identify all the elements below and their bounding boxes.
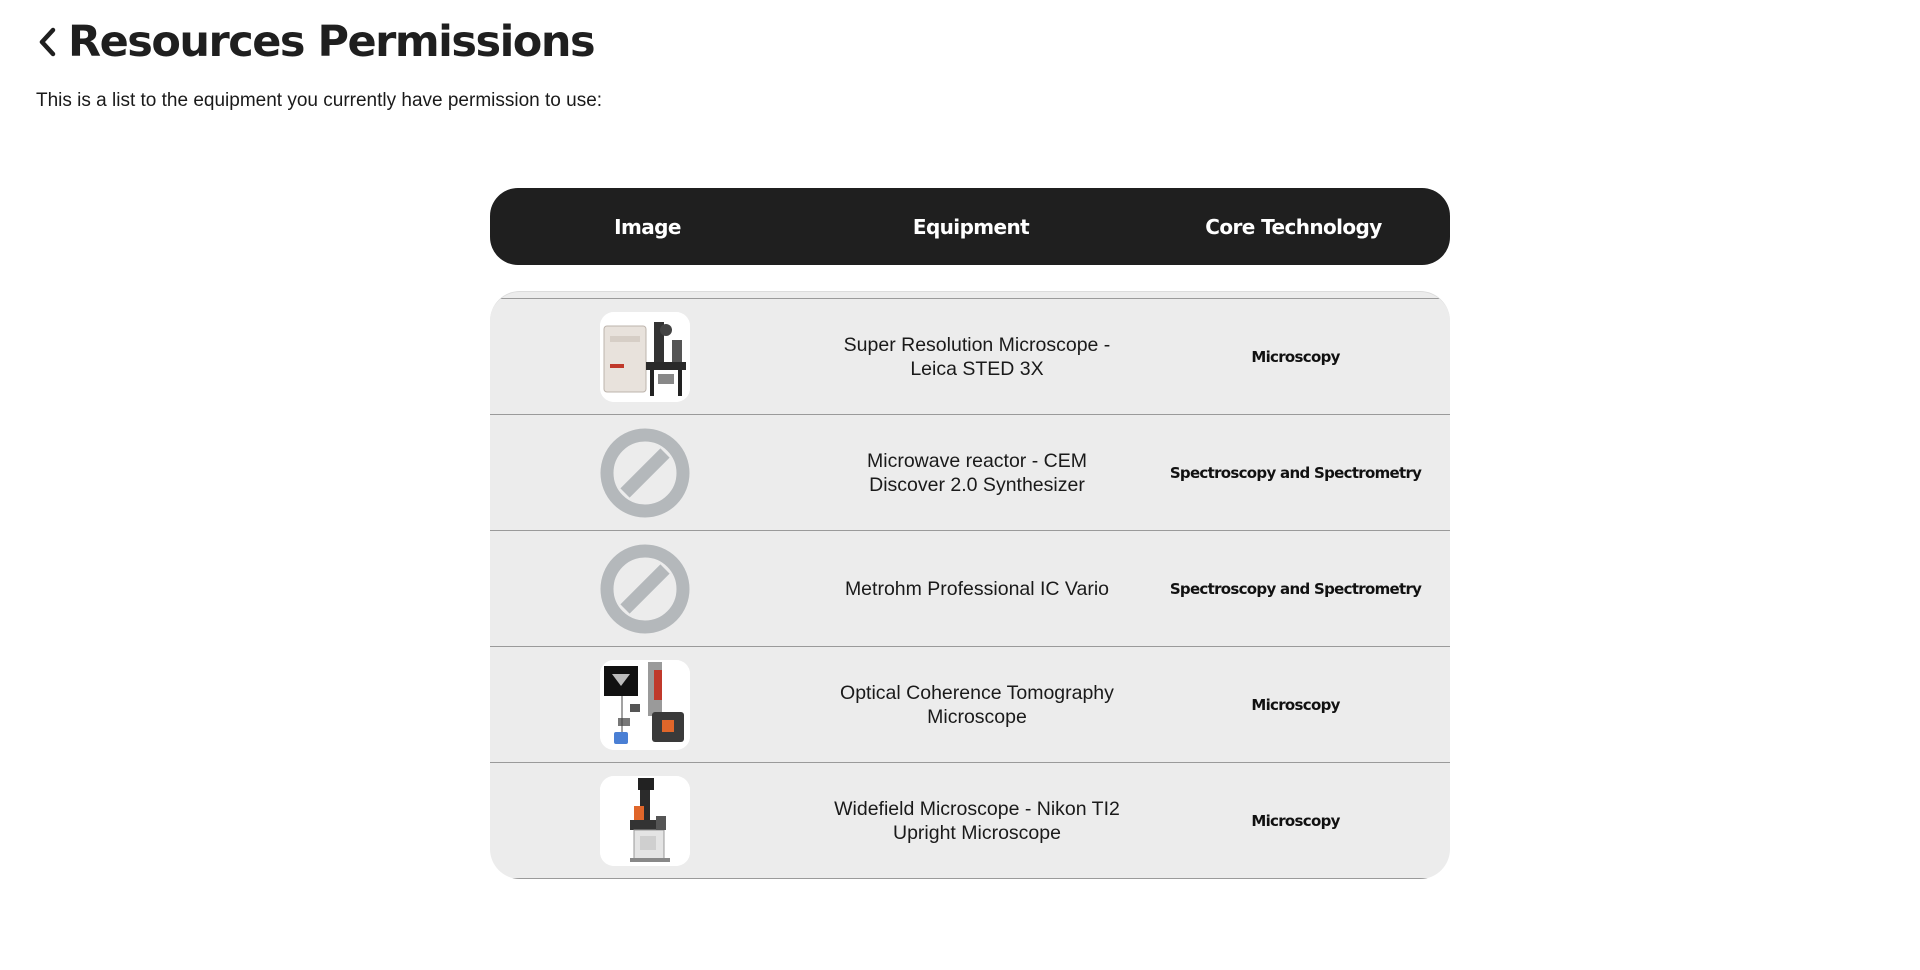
back-button[interactable]: [34, 20, 62, 64]
page-subtitle: This is a list to the equipment you curr…: [36, 90, 603, 111]
equipment-name: Optical Coherence Tomography Microscope: [840, 681, 1114, 728]
chevron-left-icon: [39, 27, 56, 57]
image-cell: [490, 544, 801, 634]
core-technology: Spectroscopy and Spectrometry: [1169, 579, 1422, 598]
column-header-core-technology: Core Technology: [1205, 214, 1382, 239]
core-technology: Microscopy: [1251, 811, 1340, 830]
no-image-icon: [600, 428, 690, 517]
table-row[interactable]: Metrohm Professional IC Vario Spectrosco…: [490, 530, 1450, 646]
page-title: Resources Permissions: [68, 17, 596, 67]
equipment-name: Widefield Microscope - Nikon TI2 Upright…: [834, 797, 1120, 844]
table-row[interactable]: Optical Coherence Tomography Microscope …: [490, 646, 1450, 762]
image-cell: [490, 659, 801, 750]
oct-microscope-photo: [600, 659, 691, 750]
image-cell: [490, 428, 801, 518]
table-row[interactable]: Super Resolution Microscope - Leica STED…: [490, 298, 1450, 414]
microscope-photo: [600, 311, 691, 402]
equipment-name: Microwave reactor - CEM Discover 2.0 Syn…: [867, 449, 1087, 496]
core-technology: Microscopy: [1251, 695, 1340, 714]
table-row[interactable]: Widefield Microscope - Nikon TI2 Upright…: [490, 762, 1450, 879]
equipment-name: Super Resolution Microscope - Leica STED…: [843, 333, 1111, 380]
equipment-name: Metrohm Professional IC Vario: [844, 577, 1110, 600]
permissions-table: Image Equipment Core Technology Super Re…: [490, 188, 1450, 879]
column-header-image: Image: [614, 214, 681, 239]
core-technology: Microscopy: [1251, 347, 1340, 366]
table-row[interactable]: Microwave reactor - CEM Discover 2.0 Syn…: [490, 414, 1450, 530]
table-body: Super Resolution Microscope - Leica STED…: [490, 291, 1450, 879]
core-technology: Spectroscopy and Spectrometry: [1169, 463, 1422, 482]
column-header-equipment: Equipment: [912, 214, 1030, 239]
no-image-icon: [600, 544, 690, 633]
table-header: Image Equipment Core Technology: [490, 188, 1450, 265]
widefield-microscope-photo: [600, 775, 691, 866]
page-header: Resources Permissions: [34, 17, 596, 67]
image-cell: [490, 775, 801, 866]
image-cell: [490, 311, 801, 402]
